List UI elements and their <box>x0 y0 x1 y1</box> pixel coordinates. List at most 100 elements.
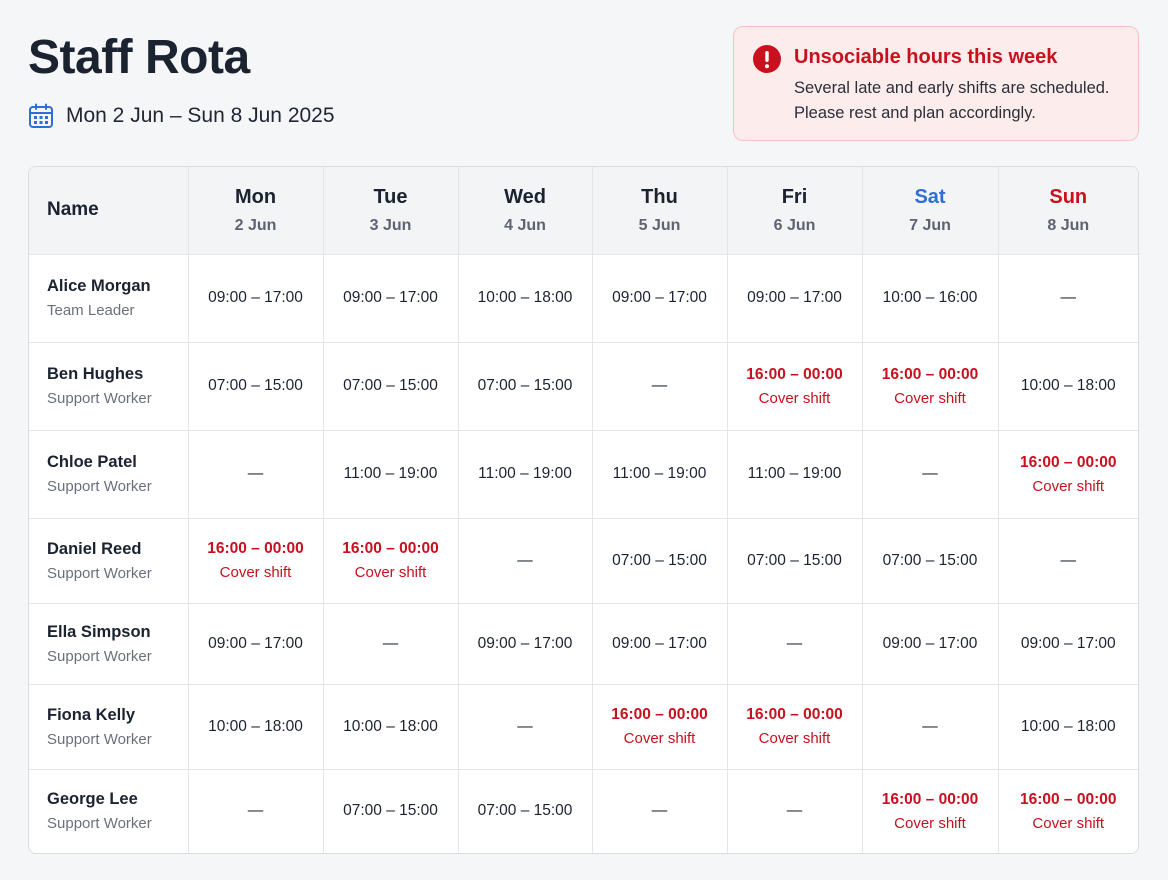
shift-cell[interactable]: 16:00 – 00:00 Cover shift <box>187 517 324 604</box>
shift-cell[interactable]: 16:00 – 00:00 Cover shift <box>997 768 1138 853</box>
alert-title: Unsociable hours this week <box>794 46 1058 68</box>
exclamation-circle-icon <box>752 44 782 140</box>
shift-cell[interactable]: 16:00 – 00:00 Cover shift <box>861 341 999 431</box>
day-name: Fri <box>781 185 808 208</box>
no-shift: — <box>651 802 668 820</box>
shift-cell[interactable]: 09:00 – 17:00 <box>997 602 1138 685</box>
shift-time: 11:00 – 19:00 <box>343 465 438 482</box>
shift-time: 10:00 – 18:00 <box>1020 717 1116 735</box>
staff-row: Ella Simpson Support Worker 09:00 – 17:00 —… <box>29 602 1138 685</box>
column-header-name: Name <box>29 167 189 255</box>
shift-cell[interactable]: — <box>997 253 1138 343</box>
shift-time: 16:00 – 00:00 <box>1019 453 1117 471</box>
shift-cell[interactable]: 09:00 – 17:00 <box>861 602 999 685</box>
shift-cell[interactable]: — <box>187 768 324 853</box>
cover-shift-note: Cover shift <box>758 389 831 407</box>
shift-time: 16:00 – 00:00 <box>1019 790 1117 808</box>
staff-row: George Lee Support Worker — 07:00 – 15:00 07… <box>29 768 1138 853</box>
shift-time: 16:00 – 00:00 <box>342 540 439 557</box>
staff-row: Fiona Kelly Support Worker 10:00 – 18:00 10… <box>29 683 1138 770</box>
shift-cell[interactable]: — <box>591 341 728 431</box>
cover-shift-note: Cover shift <box>894 814 966 832</box>
date-range-label: Mon 2 Jun – Sun 8 Jun 2025 <box>66 104 335 127</box>
shift-cell[interactable]: 07:00 – 15:00 <box>591 517 728 604</box>
shift-cell[interactable]: 07:00 – 15:00 <box>187 341 324 431</box>
shift-cell[interactable]: — <box>457 517 593 604</box>
shift-cell[interactable]: 09:00 – 17:00 <box>457 602 593 685</box>
shift-cell[interactable]: 10:00 – 18:00 <box>322 683 459 770</box>
shift-cell[interactable]: 16:00 – 00:00 Cover shift <box>726 683 863 770</box>
shift-cell[interactable]: 09:00 – 17:00 <box>187 253 324 343</box>
shift-cell[interactable]: 09:00 – 17:00 <box>591 602 728 685</box>
shift-cell[interactable]: 10:00 – 18:00 <box>187 683 324 770</box>
shift-cell[interactable]: — <box>861 683 999 770</box>
shift-cell[interactable]: 11:00 – 19:00 <box>322 429 459 519</box>
cover-shift-note: Cover shift <box>219 564 292 581</box>
no-shift: — <box>382 634 399 652</box>
staff-cell: George Lee Support Worker <box>29 768 189 853</box>
shift-cell[interactable]: — <box>861 429 999 519</box>
shift-cell[interactable]: 16:00 – 00:00 Cover shift <box>322 517 459 604</box>
column-header-sun: Sun 8 Jun <box>997 167 1138 255</box>
shift-cell[interactable]: 09:00 – 17:00 <box>322 253 459 343</box>
shift-cell[interactable]: 07:00 – 15:00 <box>457 768 593 853</box>
shift-cell[interactable]: 10:00 – 18:00 <box>997 341 1138 431</box>
no-shift: — <box>786 634 803 652</box>
shift-time: 09:00 – 17:00 <box>747 289 842 306</box>
shift-cell[interactable]: 10:00 – 16:00 <box>861 253 999 343</box>
alert-message-line: Please rest and plan accordingly. <box>794 104 1036 122</box>
no-shift: — <box>247 802 264 820</box>
rota-table: Name Mon 2 Jun Tue 3 Jun Wed 4 Jun Thu 5 Jun… <box>28 166 1139 854</box>
column-header-sat: Sat 7 Jun <box>861 167 999 255</box>
day-name: Mon <box>234 185 277 208</box>
shift-cell[interactable]: — <box>997 517 1138 604</box>
day-date: 3 Jun <box>369 216 412 234</box>
shift-time: 16:00 – 00:00 <box>881 365 979 383</box>
shift-cell[interactable]: 16:00 – 00:00 Cover shift <box>861 768 999 853</box>
day-name: Wed <box>504 185 546 208</box>
day-date: 8 Jun <box>1047 216 1090 234</box>
shift-cell[interactable]: 07:00 – 15:00 <box>322 768 459 853</box>
no-shift: — <box>517 717 533 735</box>
shift-cell[interactable]: 09:00 – 17:00 <box>591 253 728 343</box>
shift-cell[interactable]: — <box>726 768 863 853</box>
staff-row: Daniel Reed Support Worker 16:00 – 00:00 Co… <box>29 517 1138 604</box>
shift-cell[interactable]: — <box>187 429 324 519</box>
shift-time: 09:00 – 17:00 <box>1020 634 1116 652</box>
shift-cell[interactable]: 11:00 – 19:00 <box>457 429 593 519</box>
shift-cell[interactable]: — <box>726 602 863 685</box>
shift-time: 07:00 – 15:00 <box>612 551 707 569</box>
cover-shift-note: Cover shift <box>354 564 427 581</box>
shift-time: 07:00 – 15:00 <box>343 377 438 394</box>
shift-cell[interactable]: 07:00 – 15:00 <box>322 341 459 431</box>
shift-cell[interactable]: — <box>322 602 459 685</box>
shift-cell[interactable]: 16:00 – 00:00 Cover shift <box>591 683 728 770</box>
staff-row: Ben Hughes Support Worker 07:00 – 15:00 07:… <box>29 341 1138 431</box>
no-shift: — <box>247 465 264 482</box>
cover-shift-note: Cover shift <box>623 730 696 747</box>
shift-cell[interactable]: — <box>591 768 728 853</box>
alert-message-line: Several late and early shifts are schedu… <box>794 79 1110 97</box>
shift-cell[interactable]: 07:00 – 15:00 <box>861 517 999 604</box>
shift-cell[interactable]: — <box>457 683 593 770</box>
shift-cell[interactable]: 11:00 – 19:00 <box>591 429 728 519</box>
shift-cell[interactable]: 07:00 – 15:00 <box>726 517 863 604</box>
shift-time: 10:00 – 18:00 <box>1020 377 1116 394</box>
page-title: Staff Rota <box>28 31 250 84</box>
shift-cell[interactable]: 16:00 – 00:00 Cover shift <box>997 429 1138 519</box>
staff-row: Chloe Patel Support Worker — 11:00 – 19:00 1… <box>29 429 1138 519</box>
shift-cell[interactable]: 07:00 – 15:00 <box>457 341 593 431</box>
shift-time: 11:00 – 19:00 <box>612 465 707 482</box>
shift-cell[interactable]: 09:00 – 17:00 <box>187 602 324 685</box>
day-name: Tue <box>373 185 408 208</box>
shift-cell[interactable]: 10:00 – 18:00 <box>457 253 593 343</box>
shift-cell[interactable]: 16:00 – 00:00 Cover shift <box>726 341 863 431</box>
staff-role: Support Worker <box>47 730 152 748</box>
staff-name: Fiona Kelly <box>47 705 136 724</box>
staff-cell: Fiona Kelly Support Worker <box>29 683 189 770</box>
shift-cell[interactable]: 10:00 – 18:00 <box>997 683 1138 770</box>
shift-time: 16:00 – 00:00 <box>746 365 843 383</box>
shift-cell[interactable]: 09:00 – 17:00 <box>726 253 863 343</box>
shift-time: 07:00 – 15:00 <box>747 551 842 569</box>
shift-cell[interactable]: 11:00 – 19:00 <box>726 429 863 519</box>
